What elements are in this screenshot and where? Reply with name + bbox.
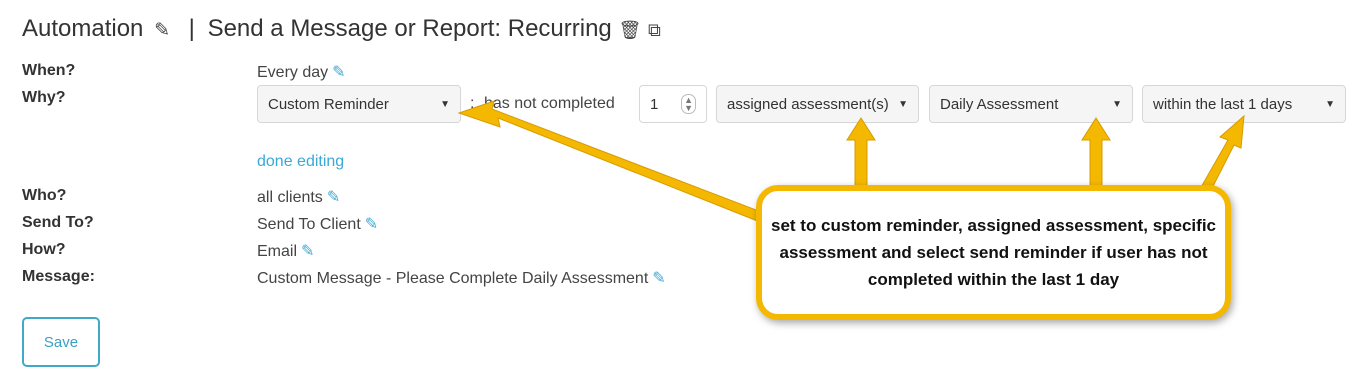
- annotation-callout: set to custom reminder, assigned assessm…: [756, 185, 1231, 320]
- arrow-to-reason-select: [457, 100, 765, 223]
- arrow-to-type-select: [846, 117, 876, 191]
- arrow-to-assessment-select: [1081, 117, 1111, 191]
